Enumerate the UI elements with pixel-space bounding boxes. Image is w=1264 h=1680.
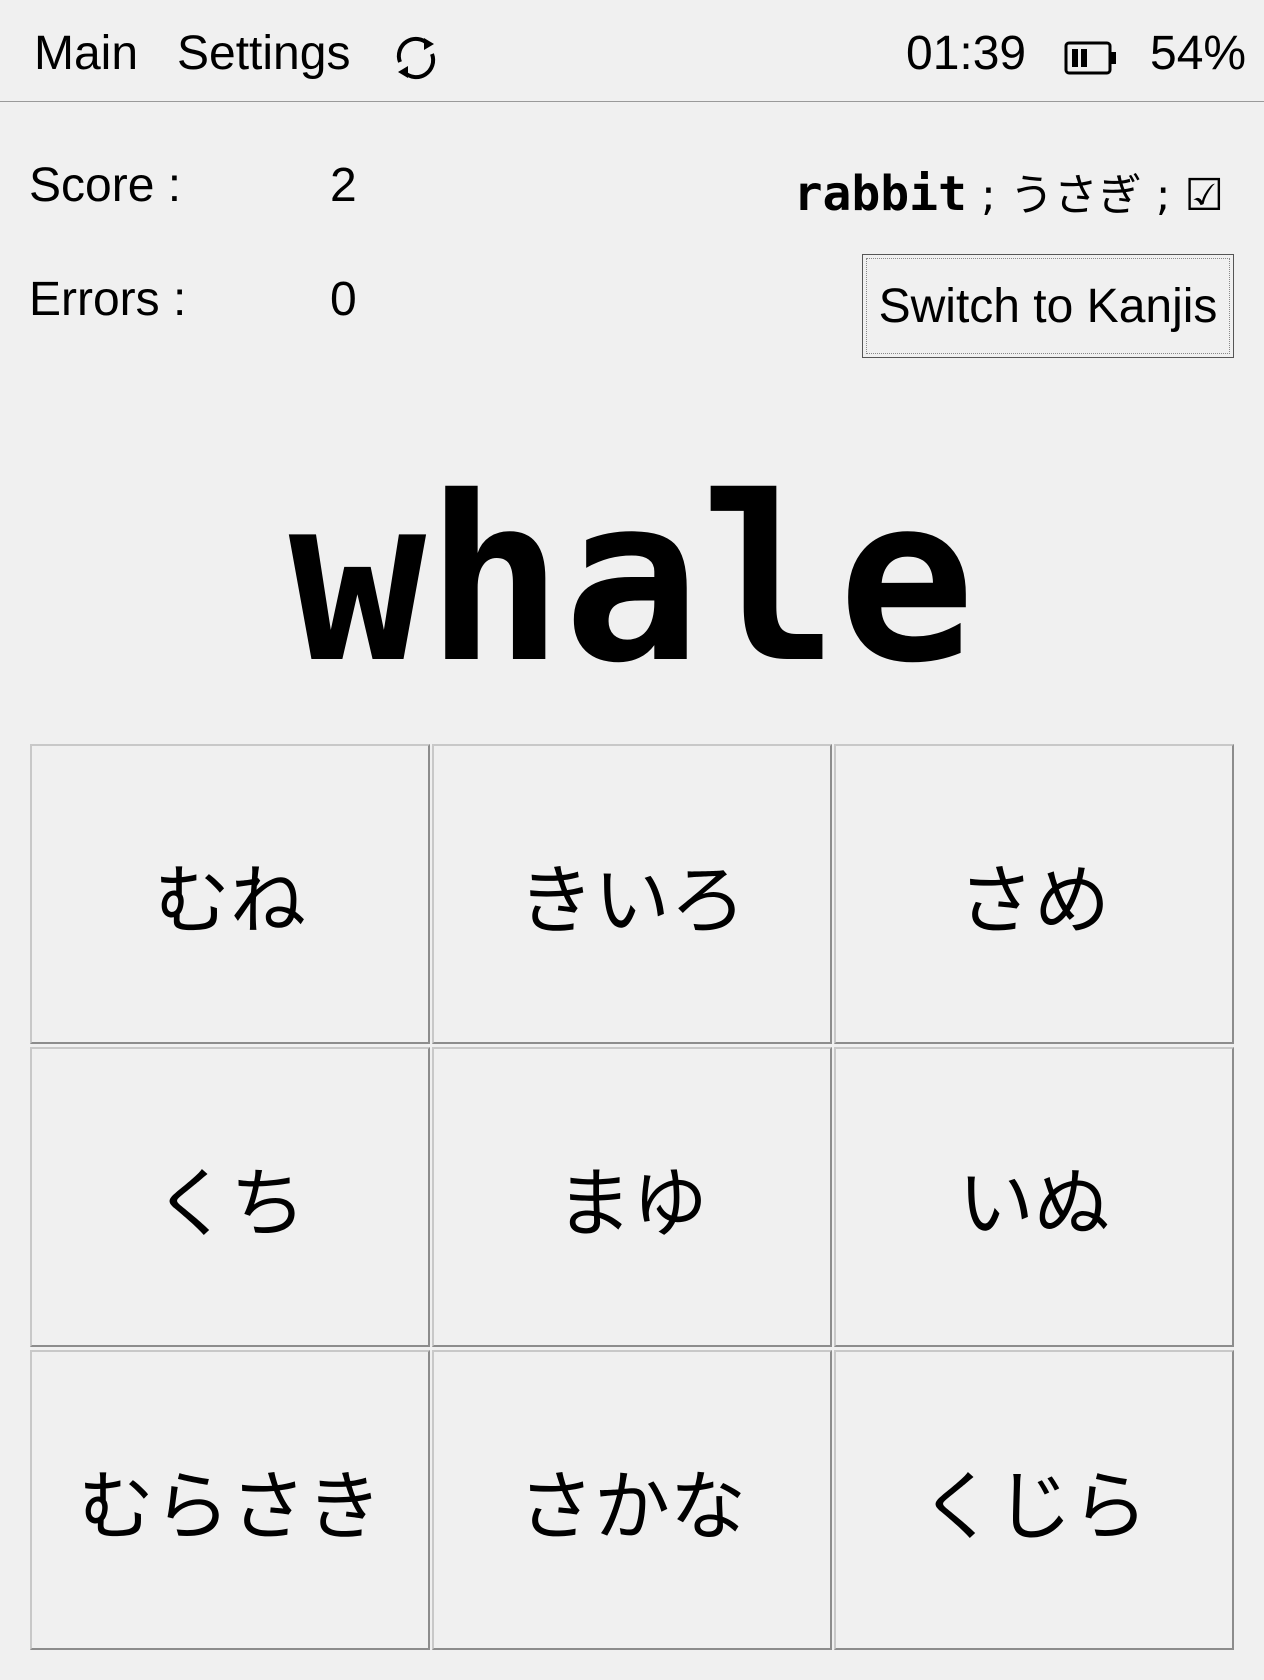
answer-choice[interactable]: きいろ <box>432 744 832 1044</box>
top-bar: Main Settings 01:39 54% <box>0 0 1264 102</box>
clock: 01:39 <box>906 27 1027 80</box>
refresh-icon[interactable] <box>390 32 442 84</box>
previous-answer: rabbit ; うさぎ ; ☑ <box>794 166 1224 224</box>
battery-icon <box>1064 41 1116 75</box>
previous-word: rabbit <box>793 166 967 222</box>
answer-choice[interactable]: まゆ <box>432 1047 832 1347</box>
answer-choice[interactable]: むらさき <box>30 1350 430 1650</box>
battery-percentage: 54% <box>1150 27 1247 80</box>
question-word: whale <box>288 447 976 713</box>
answer-grid: むね きいろ さめ くち まゆ いぬ むらさき さかな くじら <box>30 744 1234 1650</box>
answer-choice[interactable]: さかな <box>432 1350 832 1650</box>
errors-value: 0 <box>330 273 357 326</box>
previous-reading-status: ; うさぎ ; ☑ <box>966 170 1224 221</box>
errors-label: Errors : <box>29 273 187 326</box>
answer-choice[interactable]: くち <box>30 1047 430 1347</box>
answer-choice[interactable]: むね <box>30 744 430 1044</box>
switch-to-kanjis-button[interactable]: Switch to Kanjis <box>862 254 1234 358</box>
score-value: 2 <box>330 159 357 212</box>
score-label: Score : <box>29 159 182 212</box>
menu-settings[interactable]: Settings <box>177 26 350 82</box>
answer-choice[interactable]: いぬ <box>834 1047 1234 1347</box>
answer-choice[interactable]: くじら <box>834 1350 1234 1650</box>
answer-choice[interactable]: さめ <box>834 744 1234 1044</box>
menu-main[interactable]: Main <box>34 26 138 82</box>
